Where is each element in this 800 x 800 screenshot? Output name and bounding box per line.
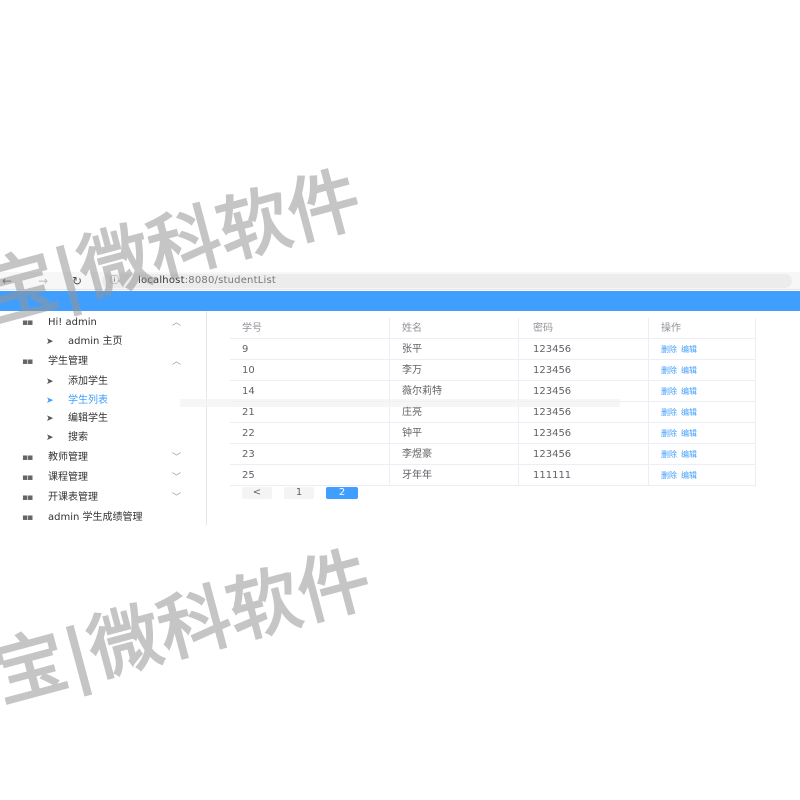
watermark: 宝|微科软件 — [0, 536, 380, 718]
chevron-down-icon: ﹀ — [172, 493, 182, 503]
sidebar-item-search[interactable]: ➤ 搜索 — [0, 429, 190, 447]
pagination-page-2[interactable]: 2 — [326, 487, 358, 499]
menu-icon: ▪▪ — [22, 318, 33, 328]
sidebar-item-teacher-mgmt[interactable]: ▪▪ 教师管理 ﹀ — [0, 449, 190, 467]
column-header-actions: 操作 — [649, 318, 756, 339]
sidebar-item-open-course-mgmt[interactable]: ▪▪ 开课表管理 ﹀ — [0, 489, 190, 507]
blurred-overlay — [180, 399, 620, 407]
cell-actions: 删除 编辑 — [649, 381, 756, 402]
edit-link[interactable]: 编辑 — [681, 408, 697, 417]
sidebar-item-score-mgmt[interactable]: ▪▪ admin 学生成绩管理 — [0, 509, 190, 527]
cell-id: 23 — [230, 444, 390, 465]
cell-id: 22 — [230, 423, 390, 444]
delete-link[interactable]: 删除 — [661, 429, 677, 438]
edit-link[interactable]: 编辑 — [681, 429, 697, 438]
cell-actions: 删除 编辑 — [649, 465, 756, 486]
reload-icon[interactable]: ↻ — [72, 273, 82, 289]
table-row: 9 张平 123456 删除 编辑 — [230, 339, 756, 360]
send-icon: ➤ — [46, 433, 54, 443]
table-header-row: 学号 姓名 密码 操作 — [230, 318, 756, 339]
chevron-down-icon: ﹀ — [172, 453, 182, 463]
cell-name: 张平 — [390, 339, 519, 360]
edit-link[interactable]: 编辑 — [681, 345, 697, 354]
cell-password: 123456 — [519, 423, 649, 444]
send-icon: ➤ — [46, 337, 54, 347]
delete-link[interactable]: 删除 — [661, 345, 677, 354]
menu-icon: ▪▪ — [22, 357, 33, 367]
pagination-page-1[interactable]: 1 — [284, 487, 314, 499]
menu-icon: ▪▪ — [22, 493, 33, 503]
sidebar-item-edit-student[interactable]: ➤ 编辑学生 — [0, 410, 190, 428]
column-header-password: 密码 — [519, 318, 649, 339]
edit-link[interactable]: 编辑 — [681, 387, 697, 396]
sidebar-item-student-list[interactable]: ➤ 学生列表 — [0, 392, 190, 410]
send-icon: ➤ — [46, 377, 54, 387]
cell-actions: 删除 编辑 — [649, 423, 756, 444]
cell-actions: 删除 编辑 — [649, 402, 756, 423]
send-icon: ➤ — [46, 396, 54, 406]
menu-icon: ▪▪ — [22, 473, 33, 483]
column-header-id: 学号 — [230, 318, 390, 339]
sidebar-item-greeting[interactable]: ▪▪ Hi! admin ︿ — [0, 314, 190, 332]
cell-name: 李万 — [390, 360, 519, 381]
delete-link[interactable]: 删除 — [661, 387, 677, 396]
menu-icon: ▪▪ — [22, 453, 33, 463]
cell-name: 钟平 — [390, 423, 519, 444]
cell-id: 9 — [230, 339, 390, 360]
address-bar[interactable]: ⓘ localhost:8080/studentList — [102, 274, 792, 288]
sidebar-item-add-student[interactable]: ➤ 添加学生 — [0, 373, 190, 391]
cell-name: 牙年年 — [390, 465, 519, 486]
app-header — [0, 291, 800, 311]
back-icon[interactable]: ← — [2, 273, 12, 289]
table-row: 23 李煜豪 123456 删除 编辑 — [230, 444, 756, 465]
cell-password: 111111 — [519, 465, 649, 486]
chevron-up-icon: ︿ — [172, 357, 182, 367]
url-text: localhost:8080/studentList — [138, 275, 276, 286]
table-row: 22 钟平 123456 删除 编辑 — [230, 423, 756, 444]
cell-password: 123456 — [519, 339, 649, 360]
delete-link[interactable]: 删除 — [661, 450, 677, 459]
forward-icon[interactable]: → — [38, 273, 48, 289]
cell-actions: 删除 编辑 — [649, 444, 756, 465]
cell-password: 123456 — [519, 444, 649, 465]
cell-actions: 删除 编辑 — [649, 360, 756, 381]
delete-link[interactable]: 删除 — [661, 366, 677, 375]
edit-link[interactable]: 编辑 — [681, 471, 697, 480]
table-row: 25 牙年年 111111 删除 编辑 — [230, 465, 756, 486]
edit-link[interactable]: 编辑 — [681, 450, 697, 459]
pagination-prev-button[interactable]: < — [242, 487, 272, 499]
chevron-up-icon: ︿ — [172, 318, 182, 328]
sidebar-item-home[interactable]: ➤ admin 主页 — [0, 333, 190, 351]
delete-link[interactable]: 删除 — [661, 408, 677, 417]
send-icon: ➤ — [46, 414, 54, 424]
sidebar-menu: ▪▪ Hi! admin ︿ ➤ admin 主页 ▪▪ 学生管理 ︿ ➤ 添加… — [0, 311, 207, 525]
cell-id: 10 — [230, 360, 390, 381]
cell-password: 123456 — [519, 360, 649, 381]
table-row: 10 李万 123456 删除 编辑 — [230, 360, 756, 381]
cell-actions: 删除 编辑 — [649, 339, 756, 360]
edit-link[interactable]: 编辑 — [681, 366, 697, 375]
browser-toolbar: ← → ↻ ⓘ localhost:8080/studentList — [0, 272, 800, 290]
cell-name: 李煜豪 — [390, 444, 519, 465]
sidebar-item-student-mgmt[interactable]: ▪▪ 学生管理 ︿ — [0, 353, 190, 371]
column-header-name: 姓名 — [390, 318, 519, 339]
menu-icon: ▪▪ — [22, 513, 33, 523]
chevron-down-icon: ﹀ — [172, 473, 182, 483]
info-icon[interactable]: ⓘ — [110, 274, 119, 288]
delete-link[interactable]: 删除 — [661, 471, 677, 480]
sidebar-item-course-mgmt[interactable]: ▪▪ 课程管理 ﹀ — [0, 469, 190, 487]
cell-id: 25 — [230, 465, 390, 486]
